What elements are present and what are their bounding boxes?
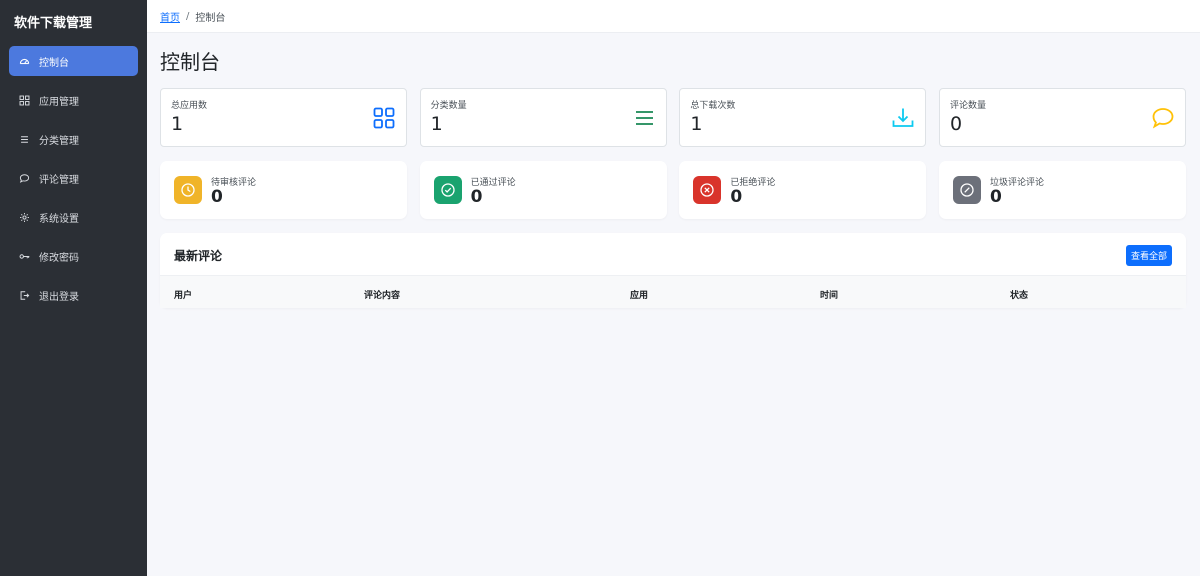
- sidebar-item-comments[interactable]: 评论管理: [9, 163, 138, 193]
- sidebar-item-label: 控制台: [39, 57, 69, 69]
- column-header-user[interactable]: 用户: [174, 288, 192, 301]
- slash-circle-icon: [952, 176, 981, 204]
- review-card-pending: 待审核评论 0: [160, 161, 407, 219]
- sidebar-item-dashboard[interactable]: 控制台: [9, 46, 138, 76]
- latest-comments-panel: 最新评论 查看全部 用户 评论内容 应用 时间 状态: [160, 233, 1186, 308]
- sidebar: 软件下载管理 控制台 应用管理 分类管理 评论管理 系统设置 修改密码 退出登录: [0, 0, 147, 576]
- review-label: 已通过评论: [470, 177, 516, 188]
- breadcrumb: 首页 / 控制台: [147, 0, 1200, 33]
- sidebar-item-settings[interactable]: 系统设置: [9, 202, 138, 232]
- column-header-time[interactable]: 时间: [820, 288, 838, 301]
- stat-card-categories: 分类数量 1: [419, 88, 667, 147]
- sidebar-item-label: 退出登录: [39, 291, 79, 303]
- sidebar-nav: 控制台 应用管理 分类管理 评论管理 系统设置 修改密码 退出登录: [0, 40, 147, 310]
- stat-value: 1: [430, 113, 443, 135]
- clock-icon: [174, 176, 202, 204]
- review-card-rejected: 已拒绝评论 0: [679, 161, 927, 219]
- chat-icon: [18, 172, 30, 184]
- sidebar-item-label: 修改密码: [39, 252, 79, 264]
- main-content: 首页 / 控制台 控制台 总应用数 1 分类数量 1 总下载次数 1 评论数量 …: [147, 0, 1200, 576]
- download-icon: [892, 108, 914, 127]
- breadcrumb-home-link[interactable]: 首页: [160, 9, 180, 24]
- column-header-app[interactable]: 应用: [630, 288, 648, 301]
- breadcrumb-separator: /: [186, 10, 190, 22]
- logout-icon: [18, 289, 30, 301]
- stat-value: 1: [690, 113, 703, 135]
- stat-value: 1: [171, 113, 184, 135]
- sidebar-item-label: 分类管理: [39, 135, 79, 147]
- sidebar-item-label: 应用管理: [39, 96, 79, 108]
- sidebar-item-change-password[interactable]: 修改密码: [9, 241, 138, 271]
- x-circle-icon: [693, 176, 722, 204]
- key-icon: [18, 250, 30, 262]
- column-header-content[interactable]: 评论内容: [364, 288, 400, 301]
- stat-label: 分类数量: [430, 101, 467, 111]
- list-icon: [635, 111, 653, 125]
- stat-card-downloads: 总下载次数 1: [679, 88, 927, 147]
- review-label: 已拒绝评论: [730, 177, 776, 188]
- stat-label: 总下载次数: [690, 101, 736, 111]
- view-all-button[interactable]: 查看全部: [1125, 245, 1172, 266]
- app-title: 软件下载管理: [14, 16, 93, 31]
- grid-icon: [18, 94, 30, 106]
- review-label: 待审核评论: [211, 177, 257, 188]
- column-header-status[interactable]: 状态: [1010, 288, 1028, 301]
- stat-label: 评论数量: [949, 101, 986, 111]
- sidebar-item-categories[interactable]: 分类管理: [9, 124, 138, 154]
- gauge-icon: [18, 55, 30, 67]
- grid-icon: [373, 107, 395, 129]
- chat-icon: [1152, 108, 1174, 129]
- review-value: 0: [470, 186, 483, 207]
- stat-card-total-apps: 总应用数 1: [160, 88, 407, 147]
- sidebar-item-logout[interactable]: 退出登录: [9, 280, 138, 310]
- sidebar-item-label: 系统设置: [39, 213, 79, 225]
- review-card-approved: 已通过评论 0: [419, 161, 667, 219]
- list-icon: [18, 133, 30, 145]
- stat-value: 0: [949, 113, 963, 135]
- review-value: 0: [211, 186, 223, 207]
- latest-comments-title: 最新评论: [174, 249, 223, 263]
- review-value: 0: [730, 186, 743, 207]
- review-card-spam: 垃圾评论评论 0: [938, 161, 1186, 219]
- stat-cards: 总应用数 1 分类数量 1 总下载次数 1 评论数量 0: [160, 88, 1186, 147]
- stat-card-comments: 评论数量 0: [938, 88, 1186, 147]
- review-label: 垃圾评论评论: [989, 177, 1044, 188]
- sidebar-item-label: 评论管理: [39, 174, 79, 186]
- gear-icon: [18, 211, 30, 223]
- stat-label: 总应用数: [171, 101, 208, 111]
- review-stat-cards: 待审核评论 0 已通过评论 0 已拒绝评论 0 垃圾评论评论 0: [160, 161, 1186, 219]
- check-circle-icon: [433, 176, 462, 204]
- breadcrumb-current: 控制台: [195, 12, 226, 24]
- comments-table-header: 用户 评论内容 应用 时间 状态: [160, 275, 1186, 308]
- page-title: 控制台: [160, 50, 220, 74]
- sidebar-item-apps[interactable]: 应用管理: [9, 85, 138, 115]
- review-value: 0: [989, 186, 1002, 207]
